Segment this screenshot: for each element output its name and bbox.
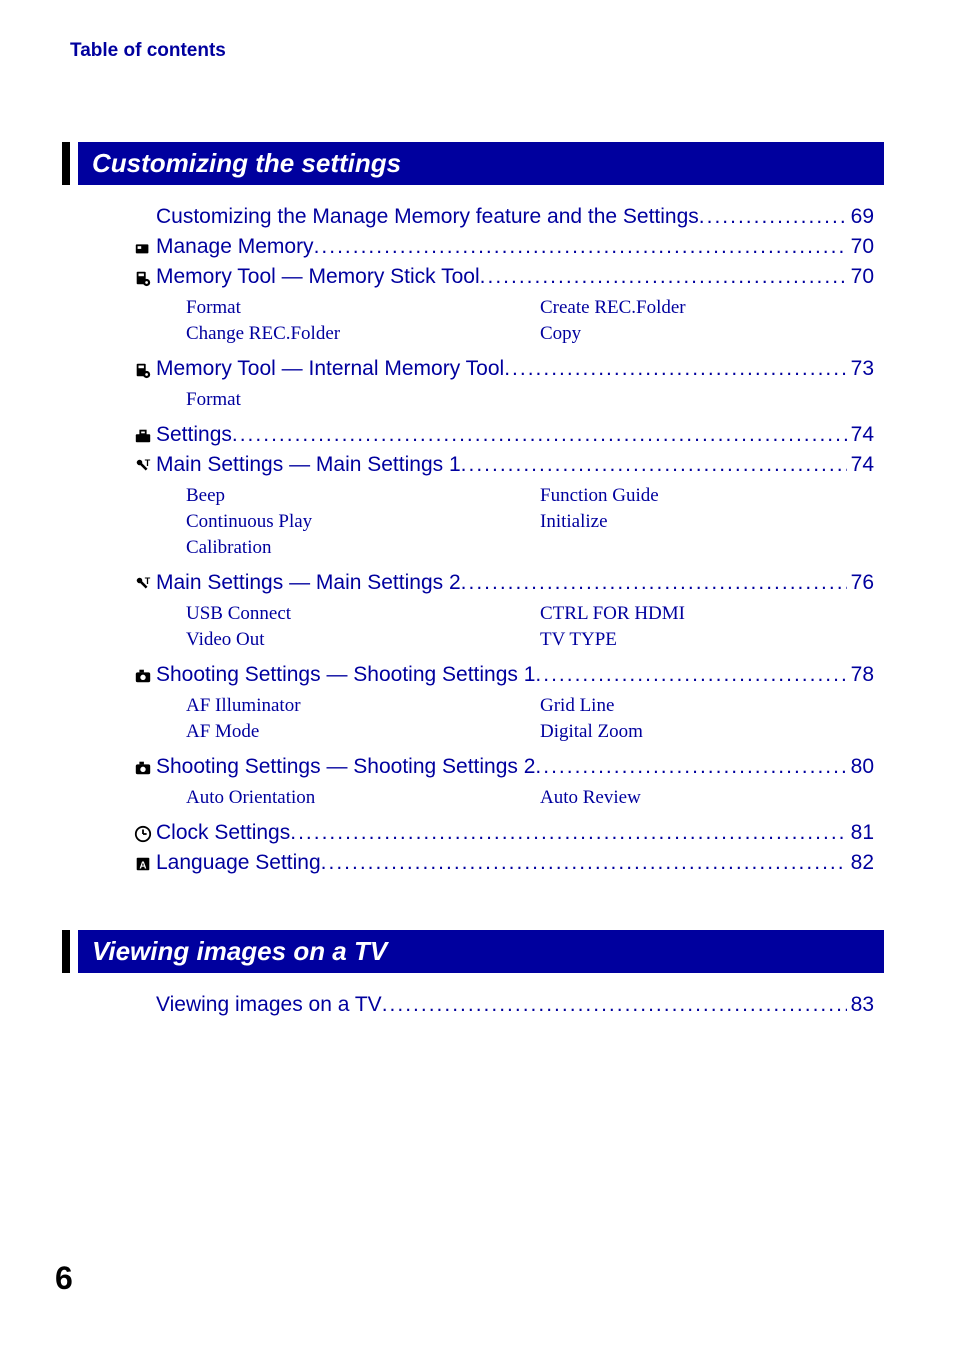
toc-entry[interactable]: Settings 74	[130, 423, 874, 447]
memory-tool-icon	[130, 359, 156, 380]
toc-sub-item[interactable]: Function Guide	[540, 483, 874, 509]
toc-entry-page: 78	[847, 663, 874, 687]
camera-icon	[130, 757, 156, 778]
toc-sub-item[interactable]: AF Mode	[186, 719, 520, 745]
svg-text:T: T	[145, 458, 151, 468]
toc-sub-grid: AF Illuminator Grid Line AF Mode Digital Zo…	[186, 693, 874, 745]
toc-entry[interactable]: Shooting Settings — Shooting Settings 2 8…	[130, 755, 874, 779]
toc-entry-label: Memory Tool — Internal Memory Tool	[156, 357, 504, 381]
language-icon: A	[130, 853, 156, 874]
toc-sub-item[interactable]: Format	[186, 295, 520, 321]
toc-sub-item[interactable]: Auto Orientation	[186, 785, 520, 811]
toc-sub-item[interactable]: Beep	[186, 483, 520, 509]
toc-sub-item[interactable]: TV TYPE	[540, 627, 874, 653]
toc-sub-grid: Auto Orientation Auto Review	[186, 785, 874, 811]
toc-entry[interactable]: T Main Settings — Main Settings 1 74	[130, 453, 874, 477]
toc-dots	[504, 357, 846, 381]
toc-sub-item[interactable]: Format	[186, 387, 520, 413]
toc-entry-page: 80	[847, 755, 874, 779]
section-header: Viewing images on a TV	[70, 930, 884, 973]
toc-content: Customizing the settings Customizing the …	[70, 142, 884, 1017]
wrench-t-icon: T	[130, 573, 156, 594]
toc-entry-label: Main Settings — Main Settings 2	[156, 571, 461, 595]
toc-dots	[290, 821, 846, 845]
toc-sub-item[interactable]: USB Connect	[186, 601, 520, 627]
toc-dots	[461, 453, 847, 477]
toc-sub-grid: USB Connect CTRL FOR HDMI Video Out TV TYPE	[186, 601, 874, 653]
svg-text:A: A	[139, 861, 146, 872]
toc-sub-item[interactable]: CTRL FOR HDMI	[540, 601, 874, 627]
toc-entry[interactable]: Memory Tool — Memory Stick Tool 70	[130, 265, 874, 289]
toc-entry[interactable]: Customizing the Manage Memory feature an…	[130, 205, 874, 229]
toc-entry[interactable]: Manage Memory 70	[130, 235, 874, 259]
toc-dots	[461, 571, 847, 595]
toc-sub-item[interactable]: Initialize	[540, 509, 874, 535]
toc-entry-label: Shooting Settings — Shooting Settings 2	[156, 755, 535, 779]
toc-entry[interactable]: Memory Tool — Internal Memory Tool 73	[130, 357, 874, 381]
toc-entry-page: 81	[847, 821, 874, 845]
toc-entry-label: Viewing images on a TV	[156, 993, 382, 1017]
svg-text:T: T	[145, 576, 151, 586]
toc-dots	[535, 663, 846, 687]
toc-entry-page: 74	[847, 423, 874, 447]
toc-entry-label: Memory Tool — Memory Stick Tool	[156, 265, 480, 289]
toc-entry-page: 70	[847, 235, 874, 259]
toc-entry-page: 76	[847, 571, 874, 595]
toc-entry[interactable]: Shooting Settings — Shooting Settings 1 7…	[130, 663, 874, 687]
toc-entry-page: 83	[847, 993, 874, 1017]
toc-entry-label: Manage Memory	[156, 235, 314, 259]
toolbox-icon	[130, 425, 156, 446]
toc-sub-item[interactable]: Video Out	[186, 627, 520, 653]
toc-entry[interactable]: Clock Settings 81	[130, 821, 874, 845]
memory-tool-icon	[130, 267, 156, 288]
toc-sub-grid: Beep Function Guide Continuous Play Initial…	[186, 483, 874, 561]
toc-sub-item[interactable]: Create REC.Folder	[540, 295, 874, 321]
toc-entry-page: 69	[847, 205, 874, 229]
toc-sub-item[interactable]: AF Illuminator	[186, 693, 520, 719]
toc-entry-label: Settings	[156, 423, 232, 447]
toc-dots	[321, 851, 847, 875]
section-header: Customizing the settings	[70, 142, 884, 185]
toc-entry-label: Language Setting	[156, 851, 321, 875]
toc-entry-label: Main Settings — Main Settings 1	[156, 453, 461, 477]
toc-dots	[699, 205, 847, 229]
toc-dots	[480, 265, 847, 289]
toc-sub-item	[540, 535, 874, 561]
toc-entry-label: Clock Settings	[156, 821, 290, 845]
toc-sub-item[interactable]: Digital Zoom	[540, 719, 874, 745]
toc-entry-page: 73	[847, 357, 874, 381]
wrench-t-icon: T	[130, 455, 156, 476]
toc-sub-grid: Format	[186, 387, 874, 413]
memory-tab-icon	[130, 237, 156, 258]
toc-dots	[232, 423, 847, 447]
toc-sub-item[interactable]: Grid Line	[540, 693, 874, 719]
camera-icon	[130, 665, 156, 686]
toc-section-body: Customizing the Manage Memory feature an…	[130, 205, 874, 875]
toc-dots	[535, 755, 846, 779]
toc-sub-item[interactable]: Continuous Play	[186, 509, 520, 535]
clock-icon	[130, 823, 156, 844]
toc-sub-item	[540, 387, 874, 413]
toc-entry[interactable]: T Main Settings — Main Settings 2 76	[130, 571, 874, 595]
toc-sub-grid: Format Create REC.Folder Change REC.Folder…	[186, 295, 874, 347]
toc-sub-item[interactable]: Change REC.Folder	[186, 321, 520, 347]
page-number: 6	[55, 1260, 73, 1297]
toc-sub-item[interactable]: Auto Review	[540, 785, 874, 811]
toc-entry-label: Shooting Settings — Shooting Settings 1	[156, 663, 535, 687]
toc-entry[interactable]: A Language Setting 82	[130, 851, 874, 875]
toc-dots	[382, 993, 847, 1017]
toc-sub-item[interactable]: Copy	[540, 321, 874, 347]
page-header: Table of contents	[70, 40, 884, 62]
toc-entry-label: Customizing the Manage Memory feature an…	[156, 205, 699, 229]
toc-dots	[314, 235, 847, 259]
toc-entry-page: 70	[847, 265, 874, 289]
toc-entry[interactable]: Viewing images on a TV 83	[130, 993, 874, 1017]
toc-entry-page: 82	[847, 851, 874, 875]
toc-section-body: Viewing images on a TV 83	[130, 993, 874, 1017]
toc-entry-page: 74	[847, 453, 874, 477]
toc-sub-item[interactable]: Calibration	[186, 535, 520, 561]
